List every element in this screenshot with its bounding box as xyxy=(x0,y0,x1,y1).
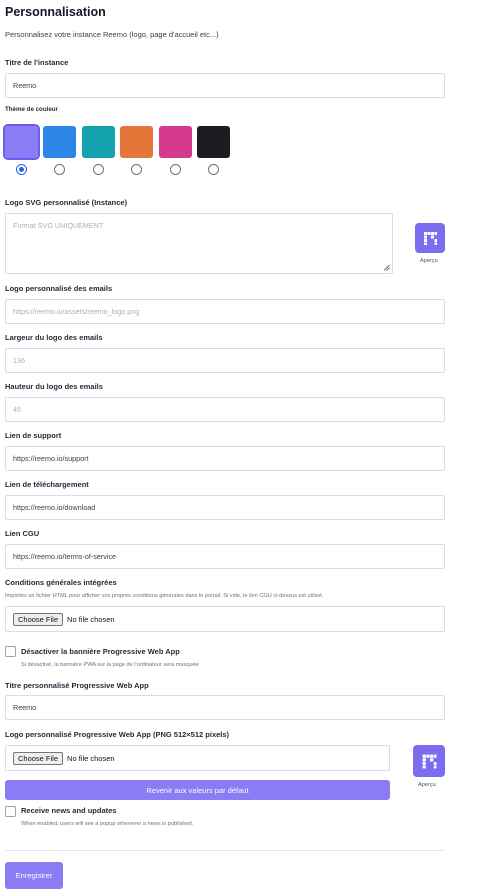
pwa-banner-checkbox[interactable] xyxy=(5,646,16,657)
email-logo-width-input[interactable]: 136 xyxy=(5,348,445,373)
download-link-label: Lien de téléchargement xyxy=(5,480,89,489)
save-button[interactable]: Enregistrer xyxy=(5,862,63,889)
news-checkbox[interactable] xyxy=(5,806,16,817)
svg-logo-preview xyxy=(415,223,445,253)
theme-color-swatch[interactable] xyxy=(120,126,153,158)
pwa-title-input[interactable]: Reemo xyxy=(5,695,445,720)
divider xyxy=(5,850,445,851)
pwa-banner-label: Désactiver la bannière Progressive Web A… xyxy=(21,647,180,656)
email-logo-height-input[interactable]: 45 xyxy=(5,397,445,422)
reset-defaults-button[interactable]: Revenir aux valeurs par défaut xyxy=(5,780,390,800)
choose-file-button[interactable]: Choose File xyxy=(13,751,64,765)
theme-color-radio[interactable] xyxy=(208,164,219,175)
svg-logo-label: Logo SVG personnalisé (Instance) xyxy=(5,198,128,207)
integrated-terms-label: Conditions générales intégrées xyxy=(5,578,117,587)
cgu-link-label: Lien CGU xyxy=(5,529,40,538)
email-logo-label: Logo personnalisé des emails xyxy=(5,284,113,293)
news-label: Receive news and updates xyxy=(21,806,117,815)
theme-color-radio[interactable] xyxy=(16,164,27,175)
download-link-input[interactable]: https://reemo.io/download xyxy=(5,495,445,520)
email-logo-input[interactable]: https://reemo.io/assets/reemo_logo.png xyxy=(5,299,445,324)
svg-logo-placeholder: Format SVG UNIQUEMENT xyxy=(13,221,104,230)
theme-color-radio[interactable] xyxy=(93,164,104,175)
file-status: No file chosen xyxy=(67,753,115,763)
page-subtitle: Personnalisez votre instance Reemo (logo… xyxy=(5,30,219,39)
reemo-logo-icon xyxy=(424,232,437,245)
theme-color-radio[interactable] xyxy=(54,164,65,175)
instance-title-input[interactable]: Reemo xyxy=(5,73,445,98)
resize-handle-icon[interactable] xyxy=(383,264,390,271)
theme-color-swatch[interactable] xyxy=(197,126,230,158)
pwa-logo-preview xyxy=(413,745,445,777)
email-logo-height-label: Hauteur du logo des emails xyxy=(5,382,103,391)
pwa-logo-label: Logo personnalisé Progressive Web App (P… xyxy=(5,730,230,739)
theme-color-radio[interactable] xyxy=(170,164,181,175)
pwa-logo-file-input[interactable]: Choose File No file chosen xyxy=(5,745,390,771)
choose-file-button[interactable]: Choose File xyxy=(13,612,64,626)
theme-color-swatch[interactable] xyxy=(43,126,76,158)
integrated-terms-help: Importez un fichier HTML pour afficher v… xyxy=(5,593,324,599)
theme-color-radio[interactable] xyxy=(131,164,142,175)
pwa-title-label: Titre personnalisé Progressive Web App xyxy=(5,681,149,690)
pwa-logo-preview-label: Aperçu xyxy=(418,782,436,788)
support-link-input[interactable]: https://reemo.io/support xyxy=(5,446,445,471)
theme-color-swatch[interactable] xyxy=(159,126,192,158)
support-link-label: Lien de support xyxy=(5,431,62,440)
cgu-link-input[interactable]: https://reemo.io/terms-of-service xyxy=(5,544,445,569)
pwa-banner-help: Si désactivé, la bannière PWA sur la pag… xyxy=(21,662,199,668)
theme-color-swatch[interactable] xyxy=(3,124,40,160)
file-status: No file chosen xyxy=(67,614,115,624)
svg-logo-textarea[interactable]: Format SVG UNIQUEMENT xyxy=(5,213,393,274)
page-title: Personnalisation xyxy=(5,5,106,19)
theme-color-swatch[interactable] xyxy=(82,126,115,158)
reemo-logo-icon xyxy=(422,754,437,769)
svg-logo-preview-label: Aperçu xyxy=(420,258,438,264)
theme-label: Thème de couleur xyxy=(5,106,58,113)
instance-title-label: Titre de l'instance xyxy=(5,58,69,67)
news-help: When enabled, users will see a popup whe… xyxy=(21,821,194,827)
integrated-terms-file-input[interactable]: Choose File No file chosen xyxy=(5,606,445,632)
email-logo-width-label: Largeur du logo des emails xyxy=(5,333,103,342)
